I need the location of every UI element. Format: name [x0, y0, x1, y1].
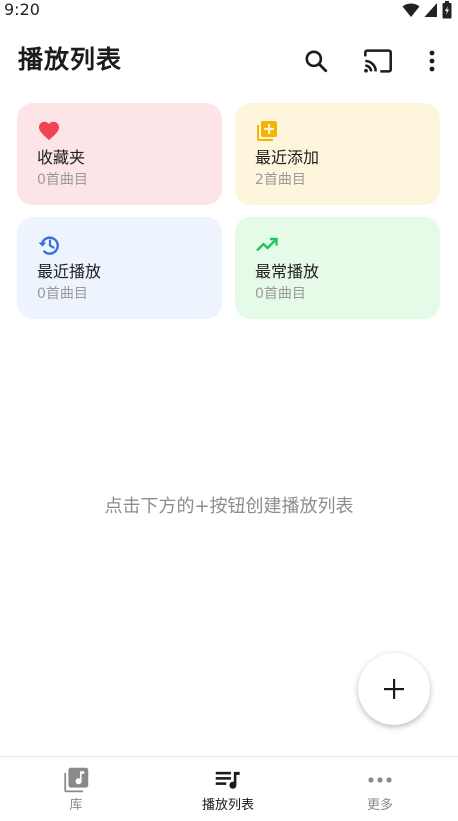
nav-item-library[interactable]: 库 [0, 757, 152, 821]
nav-label: 播放列表 [201, 798, 254, 813]
card-title: 最近播放 [37, 262, 102, 281]
card-title: 最常播放 [255, 262, 320, 281]
more-vert-icon [429, 50, 435, 72]
card-track-count: 0首曲目 [37, 172, 88, 188]
bottom-navigation: 库 播放列表 更多 [0, 756, 458, 821]
card-favorites[interactable]: 收藏夹 0首曲目 [17, 103, 222, 205]
search-icon [305, 50, 328, 73]
wifi-icon [402, 3, 420, 17]
cast-button[interactable] [362, 45, 394, 77]
empty-state-hint: 点击下方的+按钮创建播放列表 [104, 496, 354, 517]
nav-item-playlists[interactable]: 播放列表 [152, 757, 304, 821]
search-button[interactable] [300, 45, 332, 77]
add-to-library-icon [257, 121, 277, 141]
status-icons [402, 1, 452, 19]
plus-icon [384, 679, 404, 699]
library-music-icon [64, 767, 89, 793]
nav-label: 库 [69, 798, 83, 813]
app-bar: 播放列表 [0, 36, 458, 86]
card-track-count: 0首曲目 [37, 286, 88, 302]
card-title: 收藏夹 [37, 148, 86, 167]
card-track-count: 2首曲目 [255, 172, 306, 188]
trending-up-icon [256, 237, 278, 252]
nav-label: 更多 [366, 798, 393, 813]
card-title: 最近添加 [255, 148, 320, 167]
cellular-signal-icon [424, 3, 437, 17]
card-recently-played[interactable]: 最近播放 0首曲目 [17, 217, 222, 319]
card-recently-added[interactable]: 最近添加 2首曲目 [235, 103, 440, 205]
battery-icon [442, 1, 452, 19]
card-most-played[interactable]: 最常播放 0首曲目 [235, 217, 440, 319]
status-bar: 9:20 [0, 0, 458, 22]
cast-icon [364, 49, 392, 73]
status-time: 9:20 [4, 0, 40, 19]
create-playlist-fab[interactable] [358, 653, 430, 725]
more-horiz-icon [368, 777, 392, 783]
playlist-music-icon [215, 771, 240, 789]
more-options-button[interactable] [416, 45, 448, 77]
heart-icon [39, 121, 59, 141]
history-icon [38, 236, 59, 255]
card-track-count: 0首曲目 [255, 286, 306, 302]
nav-item-more[interactable]: 更多 [304, 757, 456, 821]
page-title: 播放列表 [18, 45, 123, 74]
